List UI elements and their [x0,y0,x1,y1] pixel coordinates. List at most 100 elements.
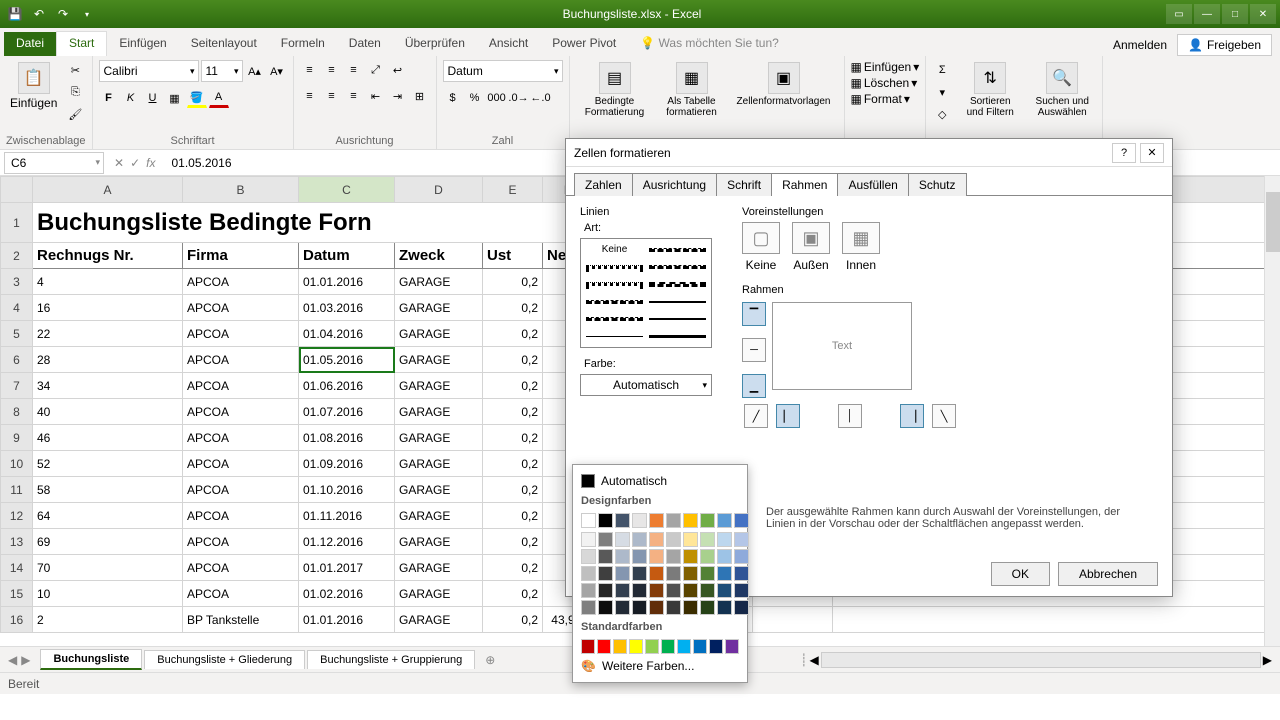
cell[interactable]: GARAGE [395,529,483,555]
row-header[interactable]: 14 [1,555,33,581]
close-icon[interactable]: ✕ [1250,4,1276,24]
color-swatch[interactable] [693,639,707,654]
fill-icon[interactable]: ▾ [932,82,952,102]
col-header-d[interactable]: D [395,177,483,203]
font-name-select[interactable]: Calibri [99,60,199,82]
cell[interactable]: 0,2 [483,295,543,321]
color-swatch[interactable] [649,600,664,615]
dec-decimal-icon[interactable]: ←.0 [531,88,551,108]
tell-me[interactable]: 💡 Was möchten Sie tun? [628,32,791,56]
cell[interactable]: APCOA [183,321,299,347]
wrap-text-icon[interactable]: ↩ [388,60,408,80]
cell[interactable]: 01.08.2016 [299,425,395,451]
sheet-tab-2[interactable]: Buchungsliste + Gliederung [144,650,305,669]
color-swatch[interactable] [632,583,647,598]
cell[interactable]: 28 [33,347,183,373]
cell[interactable]: 0,2 [483,529,543,555]
color-swatch[interactable] [581,583,596,598]
dlg-tab-ausrichtung[interactable]: Ausrichtung [632,173,717,196]
color-swatch[interactable] [717,583,732,598]
cell[interactable]: APCOA [183,529,299,555]
cell[interactable]: 0,2 [483,321,543,347]
fx-icon[interactable]: fx [146,156,155,170]
cell[interactable]: GARAGE [395,373,483,399]
cell[interactable]: 0,2 [483,425,543,451]
row-header[interactable]: 10 [1,451,33,477]
cell[interactable]: 10 [33,581,183,607]
signin-link[interactable]: Anmelden [1113,38,1167,52]
ribbon-options-icon[interactable]: ▭ [1166,4,1192,24]
row-header[interactable]: 7 [1,373,33,399]
italic-button[interactable]: K [121,88,141,108]
border-preview[interactable]: Text [772,302,912,390]
cell[interactable]: 0,2 [483,477,543,503]
tab-insert[interactable]: Einfügen [107,32,178,56]
dialog-help-icon[interactable]: ? [1112,143,1136,163]
autosum-icon[interactable]: Σ [932,60,952,80]
cell[interactable]: APCOA [183,269,299,295]
color-swatch[interactable] [717,600,732,615]
cell[interactable]: GARAGE [395,321,483,347]
cell[interactable]: 2 [33,607,183,633]
line-style-opt[interactable] [585,330,644,343]
find-select-button[interactable]: 🔍Suchen und Auswählen [1028,60,1096,120]
cell[interactable]: GARAGE [395,451,483,477]
color-swatch[interactable] [581,600,596,615]
color-swatch[interactable] [666,532,681,547]
tab-start[interactable]: Start [56,31,107,56]
tab-layout[interactable]: Seitenlayout [179,32,269,56]
qat-dropdown-icon[interactable]: ▾ [76,3,98,25]
maximize-icon[interactable]: □ [1222,4,1248,24]
grow-font-icon[interactable]: A▴ [245,61,265,81]
align-center-icon[interactable]: ≡ [322,86,342,106]
color-swatch[interactable] [700,566,715,581]
col-header-c[interactable]: C [299,177,395,203]
color-swatch[interactable] [597,639,611,654]
color-swatch[interactable] [734,583,749,598]
cell[interactable]: 01.12.2016 [299,529,395,555]
copy-icon[interactable]: ⎘ [65,82,85,102]
color-swatch[interactable] [683,600,698,615]
cell-styles-button[interactable]: ▣Zellenformatvorlagen [730,60,838,109]
clear-icon[interactable]: ◇ [932,104,952,124]
share-button[interactable]: 👤 Freigeben [1177,34,1272,56]
cell[interactable]: 46 [33,425,183,451]
color-swatch[interactable] [677,639,691,654]
line-style-opt[interactable] [648,330,707,343]
color-swatch[interactable] [581,566,596,581]
tab-file[interactable]: Datei [4,32,56,56]
line-style-opt[interactable] [648,243,707,256]
color-swatch[interactable] [598,513,613,528]
line-style-none[interactable]: Keine [585,243,644,256]
undo-icon[interactable]: ↶ [28,3,50,25]
cell[interactable]: 0,2 [483,269,543,295]
color-swatch[interactable] [598,549,613,564]
color-swatch[interactable] [734,600,749,615]
color-swatch[interactable] [734,513,749,528]
cell[interactable]: GARAGE [395,555,483,581]
save-icon[interactable]: 💾 [4,3,26,25]
cell[interactable]: 01.11.2016 [299,503,395,529]
row-header[interactable]: 13 [1,529,33,555]
align-right-icon[interactable]: ≡ [344,86,364,106]
cell[interactable]: GARAGE [395,477,483,503]
color-swatch[interactable] [666,566,681,581]
border-diag-up-button[interactable]: ╱ [744,404,768,428]
cell[interactable]: GARAGE [395,607,483,633]
color-swatch[interactable] [613,639,627,654]
cells-format-button[interactable]: ▦ Format ▾ [851,92,910,106]
preset-outline[interactable]: ▣Außen [792,222,830,272]
inc-decimal-icon[interactable]: .0→ [509,88,529,108]
line-style-opt[interactable] [648,260,707,273]
col-header-a[interactable]: A [33,177,183,203]
row-header[interactable]: 9 [1,425,33,451]
border-left-button[interactable]: ▏ [776,404,800,428]
format-painter-icon[interactable]: 🖌 [65,104,85,124]
color-swatch[interactable] [629,639,643,654]
sort-filter-button[interactable]: ⇅Sortieren und Filtern [956,60,1024,120]
color-swatch[interactable] [598,566,613,581]
merge-icon[interactable]: ⊞ [410,86,430,106]
cell[interactable]: GARAGE [395,425,483,451]
more-colors[interactable]: 🎨Weitere Farben... [579,656,741,676]
cell[interactable]: APCOA [183,503,299,529]
